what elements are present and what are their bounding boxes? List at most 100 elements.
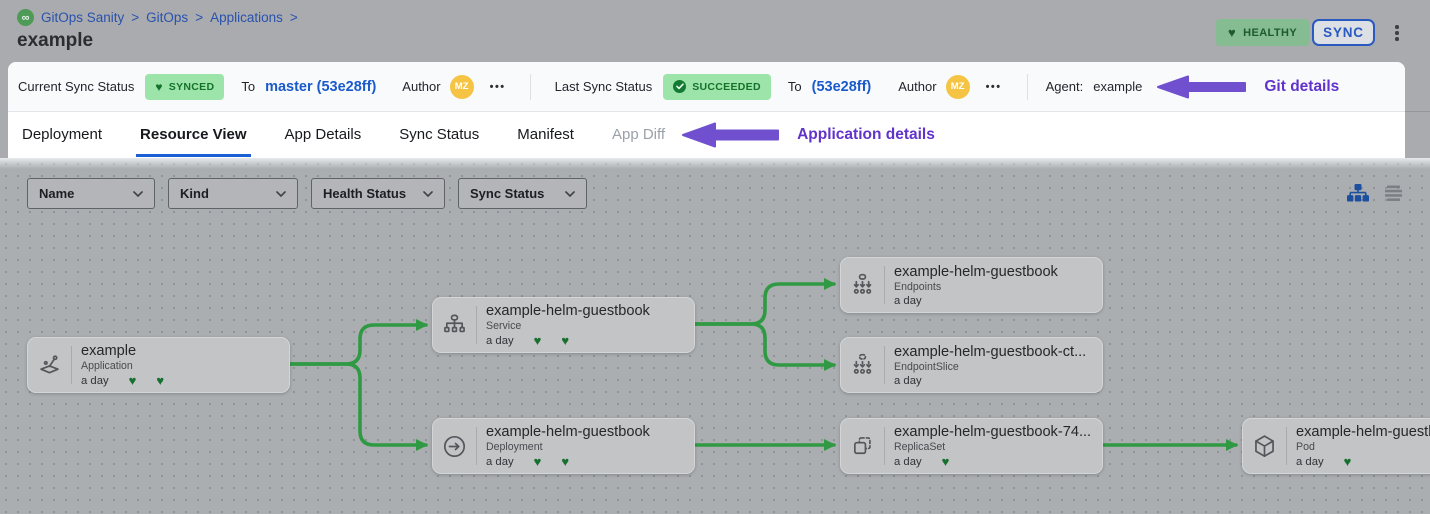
endpoints-icon bbox=[841, 272, 884, 299]
page-title: example bbox=[17, 30, 93, 52]
node-title: example-helm-guestbook bbox=[1296, 424, 1430, 440]
chevron-down-icon bbox=[565, 191, 575, 197]
breadcrumb: ∞ GitOps Sanity > GitOps > Applications … bbox=[17, 9, 298, 26]
node-title: example-helm-guestbook-ct... bbox=[894, 344, 1096, 360]
health-heart-icon: ♥ bbox=[129, 374, 137, 387]
breadcrumb-separator: > bbox=[290, 10, 298, 25]
breadcrumb-link-applications[interactable]: Applications bbox=[210, 10, 283, 25]
node-kind: Endpoints bbox=[894, 281, 1096, 293]
divider bbox=[1027, 74, 1028, 100]
application-details-arrow-icon bbox=[681, 120, 781, 150]
to-label: To bbox=[241, 79, 255, 94]
node-pod-example-helm-guestbook[interactable]: example-helm-guestbook Pod a day ♥ bbox=[1242, 418, 1430, 474]
filter-health-status-dropdown[interactable]: Health Status bbox=[311, 178, 445, 209]
tab-label: Manifest bbox=[517, 126, 574, 143]
filter-label: Sync Status bbox=[470, 186, 544, 201]
heart-icon: ♥ bbox=[1228, 26, 1236, 39]
filter-name-dropdown[interactable]: Name bbox=[27, 178, 155, 209]
breadcrumb-separator: > bbox=[131, 10, 139, 25]
node-endpointslice-example-helm-guestbook[interactable]: example-helm-guestbook-ct... EndpointSli… bbox=[840, 337, 1103, 393]
current-sync-status-label: Current Sync Status bbox=[18, 79, 134, 94]
agent-value: example bbox=[1093, 79, 1142, 94]
agent-label: Agent: bbox=[1046, 79, 1084, 94]
health-status-badge: ♥ HEALTHY bbox=[1216, 19, 1309, 46]
resource-tree-canvas: Name Kind Health Status Sync Status bbox=[0, 158, 1430, 514]
tab-label: App Details bbox=[285, 126, 362, 143]
node-age: a day bbox=[894, 456, 922, 468]
breadcrumb-separator: > bbox=[195, 10, 203, 25]
replicaset-icon bbox=[841, 433, 884, 460]
node-title: example-helm-guestbook bbox=[894, 264, 1096, 280]
succeeded-badge: SUCCEEDED bbox=[663, 74, 771, 100]
filter-label: Health Status bbox=[323, 186, 406, 201]
gitops-logo-icon: ∞ bbox=[17, 9, 34, 26]
succeeded-badge-label: SUCCEEDED bbox=[692, 81, 761, 93]
edge-service-to-endpointslice bbox=[695, 324, 834, 365]
filter-sync-status-dropdown[interactable]: Sync Status bbox=[458, 178, 587, 209]
endpointslice-icon bbox=[841, 352, 884, 379]
tab-label: Sync Status bbox=[399, 126, 479, 143]
tab-app-details[interactable]: App Details bbox=[281, 112, 366, 157]
more-options-icon[interactable]: ••• bbox=[490, 81, 506, 93]
tab-app-diff[interactable]: App Diff bbox=[608, 112, 669, 157]
health-heart-icon: ♥ bbox=[942, 455, 950, 468]
chevron-down-icon bbox=[133, 191, 143, 197]
service-icon bbox=[433, 312, 476, 339]
tab-label: Resource View bbox=[140, 126, 246, 143]
tab-label: Deployment bbox=[22, 126, 102, 143]
edge-app-to-service bbox=[290, 325, 426, 364]
more-options-icon[interactable]: ••• bbox=[986, 81, 1002, 93]
list-view-icon bbox=[1384, 185, 1403, 202]
last-revision-link[interactable]: (53e28ff) bbox=[812, 79, 872, 95]
node-title: example-helm-guestbook bbox=[486, 424, 688, 440]
filter-kind-dropdown[interactable]: Kind bbox=[168, 178, 298, 209]
chevron-down-icon bbox=[423, 191, 433, 197]
list-view-toggle[interactable] bbox=[1384, 185, 1403, 207]
app-tabs: Deployment Resource View App Details Syn… bbox=[8, 112, 1405, 157]
author-label: Author bbox=[898, 79, 936, 94]
last-sync-status-label: Last Sync Status bbox=[555, 79, 653, 94]
node-age: a day bbox=[81, 375, 109, 387]
node-age: a day bbox=[894, 375, 922, 387]
divider bbox=[530, 74, 531, 100]
git-details-annotation: Git details bbox=[1264, 78, 1339, 96]
page-header: ∞ GitOps Sanity > GitOps > Applications … bbox=[0, 0, 1430, 62]
application-details-annotation: Application details bbox=[797, 126, 935, 144]
health-heart-icon: ♥ bbox=[534, 334, 542, 347]
health-badge-label: HEALTHY bbox=[1243, 27, 1297, 39]
tab-sync-status[interactable]: Sync Status bbox=[395, 112, 483, 157]
git-details-arrow-icon bbox=[1156, 74, 1248, 100]
tab-deployment[interactable]: Deployment bbox=[18, 112, 106, 157]
resource-tree-edges bbox=[0, 158, 1430, 514]
synced-badge-label: SYNCED bbox=[169, 81, 215, 93]
sync-button[interactable]: SYNC bbox=[1312, 19, 1375, 46]
node-endpoints-example-helm-guestbook[interactable]: example-helm-guestbook Endpoints a day bbox=[840, 257, 1103, 313]
health-heart-icon: ♥ bbox=[561, 455, 569, 468]
to-label: To bbox=[788, 79, 802, 94]
health-heart-icon: ♥ bbox=[156, 374, 164, 387]
tab-resource-view[interactable]: Resource View bbox=[136, 112, 250, 157]
tree-view-toggle[interactable] bbox=[1347, 184, 1369, 208]
current-revision-link[interactable]: master (53e28ff) bbox=[265, 79, 376, 95]
kebab-menu-icon[interactable] bbox=[1390, 21, 1404, 45]
node-kind: Application bbox=[81, 360, 283, 372]
tab-manifest[interactable]: Manifest bbox=[513, 112, 578, 157]
pod-icon bbox=[1243, 433, 1286, 460]
heart-icon: ♥ bbox=[155, 81, 162, 93]
divider bbox=[1405, 111, 1430, 112]
breadcrumb-link-gitops-sanity[interactable]: GitOps Sanity bbox=[41, 10, 124, 25]
node-age: a day bbox=[894, 295, 922, 307]
health-heart-icon: ♥ bbox=[534, 455, 542, 468]
filter-label: Name bbox=[39, 186, 74, 201]
node-kind: Pod bbox=[1296, 441, 1430, 453]
deployment-icon bbox=[433, 433, 476, 460]
author-avatar: MZ bbox=[946, 75, 970, 99]
sync-status-bar: Current Sync Status ♥ SYNCED To master (… bbox=[8, 62, 1405, 112]
breadcrumb-link-gitops[interactable]: GitOps bbox=[146, 10, 188, 25]
edge-service-to-endpoints bbox=[695, 284, 834, 324]
node-service-example-helm-guestbook[interactable]: example-helm-guestbook Service a day ♥ ♥ bbox=[432, 297, 695, 353]
author-avatar: MZ bbox=[450, 75, 474, 99]
node-application-example[interactable]: example Application a day ♥ ♥ bbox=[27, 337, 290, 393]
node-deployment-example-helm-guestbook[interactable]: example-helm-guestbook Deployment a day … bbox=[432, 418, 695, 474]
node-replicaset-example-helm-guestbook[interactable]: example-helm-guestbook-74... ReplicaSet … bbox=[840, 418, 1103, 474]
